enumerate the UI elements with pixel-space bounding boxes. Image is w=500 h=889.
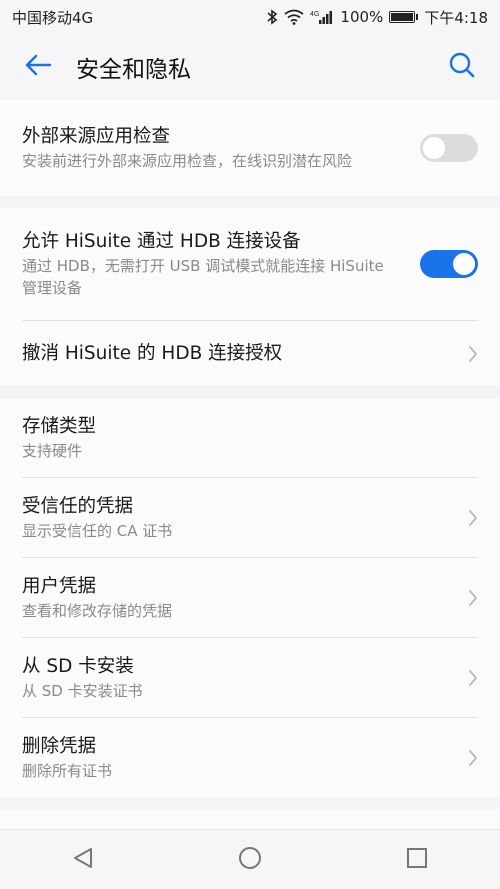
row-texts: 删除凭据删除所有证书 [22, 734, 452, 782]
settings-group: 允许 HiSuite 通过 HDB 连接设备通过 HDB，无需打开 USB 调试… [0, 208, 500, 386]
chevron-right-icon [452, 509, 478, 527]
battery-icon [389, 11, 419, 23]
row-texts: 存储类型 支持硬件 [22, 414, 478, 462]
settings-row[interactable]: 撤消 HiSuite 的 HDB 连接授权 [0, 321, 500, 386]
row-description: 显示受信任的 CA 证书 [22, 521, 173, 540]
signal-icon: 4G [310, 9, 334, 25]
nav-home-icon [237, 845, 263, 875]
network-type-label: 4G [310, 11, 319, 18]
settings-row[interactable]: 外部来源应用检查安装前进行外部来源应用检查，在线识别潜在风险 [0, 100, 500, 196]
settings-row[interactable]: 删除凭据删除所有证书 [0, 718, 500, 797]
row-texts: 外部来源应用检查安装前进行外部来源应用检查，在线识别潜在风险 [22, 124, 420, 172]
wifi-icon [284, 9, 304, 25]
settings-row[interactable]: 可信代理应用 [0, 809, 500, 829]
row-label: 受信任的凭据 [22, 495, 134, 517]
status-bar: 中国移动4G 4G 100% 下午4:18 [0, 0, 500, 34]
row-description: 查看和修改存储的凭据 [22, 601, 173, 620]
settings-group: 可信代理应用 [0, 809, 500, 829]
chevron-right-icon [452, 749, 478, 767]
toggle-switch-on[interactable] [420, 250, 478, 278]
row-texts: 用户凭据查看和修改存储的凭据 [22, 574, 452, 622]
row-texts: 受信任的凭据显示受信任的 CA 证书 [22, 494, 452, 542]
navigation-bar [0, 829, 500, 889]
settings-list[interactable]: 外部来源应用检查 安装前进行外部来源应用检查，在线识别潜在风险 允许 HiSuite… [0, 100, 500, 829]
back-button[interactable] [0, 34, 76, 100]
settings-row[interactable]: 允许 HiSuite 通过 HDB 连接设备通过 HDB，无需打开 USB 调试… [0, 208, 500, 320]
row-description: 支持硬件 [22, 441, 83, 460]
nav-recents-icon [406, 847, 428, 873]
app-bar: 安全和隐私 [0, 34, 500, 100]
row-label: 从 SD 卡安装 [22, 655, 134, 677]
row-texts: 从 SD 卡安装从 SD 卡安装证书 [22, 654, 452, 702]
settings-row[interactable]: 受信任的凭据显示受信任的 CA 证书 [0, 478, 500, 557]
back-arrow-icon [24, 53, 52, 81]
row-texts: 撤消 HiSuite 的 HDB 连接授权 [22, 341, 452, 367]
battery-percent: 100% [340, 8, 384, 26]
row-label: 撤消 HiSuite 的 HDB 连接授权 [22, 342, 283, 364]
row-label: 删除凭据 [22, 735, 97, 757]
search-button[interactable] [424, 34, 500, 100]
nav-back-icon [72, 846, 94, 874]
settings-group: 存储类型支持硬件受信任的凭据显示受信任的 CA 证书 用户凭据查看和修改存储的凭据… [0, 398, 500, 797]
row-description: 从 SD 卡安装证书 [22, 681, 143, 700]
row-description: 删除所有证书 [22, 761, 113, 780]
row-description: 通过 HDB，无需打开 USB 调试模式就能连接 HiSuite 管理设备 [22, 257, 384, 297]
row-label: 外部来源应用检查 [22, 126, 171, 147]
clock: 下午4:18 [424, 8, 488, 27]
nav-recents-button[interactable] [377, 830, 457, 889]
settings-group: 外部来源应用检查安装前进行外部来源应用检查，在线识别潜在风险 [0, 100, 500, 196]
row-texts: 允许 HiSuite 通过 HDB 连接设备通过 HDB，无需打开 USB 调试… [22, 229, 420, 299]
search-icon [448, 51, 476, 83]
toggle-knob [423, 137, 445, 159]
row-label: 允许 HiSuite 通过 HDB 连接设备 [22, 231, 301, 252]
chevron-right-icon [452, 345, 478, 363]
toggle-knob [453, 253, 475, 275]
nav-back-button[interactable] [43, 830, 123, 889]
row-label: 用户凭据 [22, 575, 97, 597]
row-label: 存储类型 [22, 415, 97, 437]
settings-row[interactable]: 从 SD 卡安装从 SD 卡安装证书 [0, 638, 500, 717]
page-title: 安全和隐私 [76, 57, 191, 83]
chevron-right-icon [452, 669, 478, 687]
chevron-right-icon [452, 589, 478, 607]
bluetooth-icon [266, 9, 278, 25]
settings-row: 存储类型 支持硬件 [0, 398, 500, 477]
row-description: 安装前进行外部来源应用检查，在线识别潜在风险 [22, 152, 353, 170]
settings-row[interactable]: 用户凭据查看和修改存储的凭据 [0, 558, 500, 637]
toggle-switch-off[interactable] [420, 134, 478, 162]
nav-home-button[interactable] [210, 830, 290, 889]
carrier-label: 中国移动4G [12, 8, 94, 27]
